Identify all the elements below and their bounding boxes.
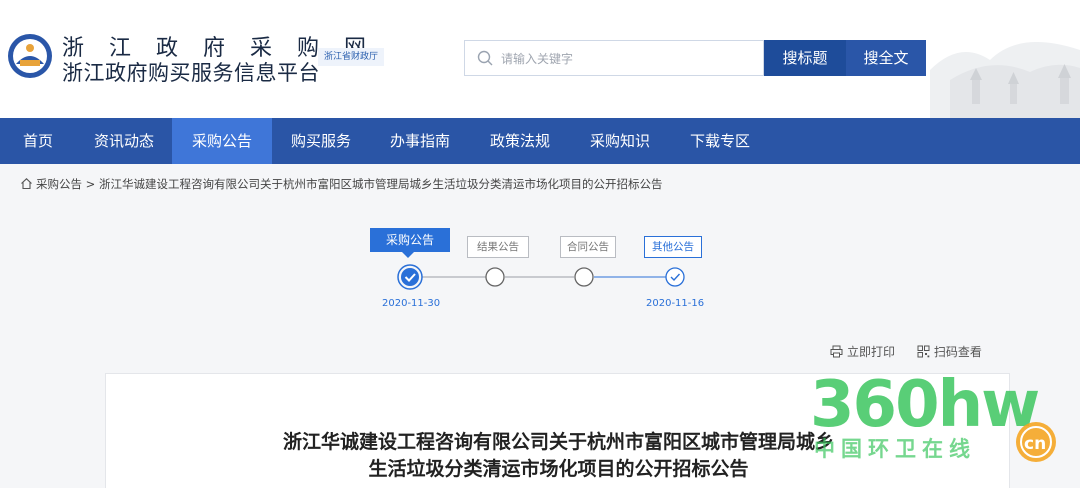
- breadcrumb-current: 浙江华诚建设工程咨询有限公司关于杭州市富阳区城市管理局城乡生活垃圾分类清运市场化…: [98, 177, 663, 191]
- step-date-last: 2020-11-16: [646, 298, 705, 309]
- nav-item-policy[interactable]: 政策法规: [470, 118, 570, 164]
- dept-tag: 浙江省财政厅: [318, 48, 385, 66]
- nav-item-procurement-notice[interactable]: 采购公告: [172, 118, 272, 164]
- search-icon: [477, 50, 493, 66]
- print-label: 立即打印: [847, 345, 896, 359]
- qr-label: 扫码查看: [933, 345, 982, 359]
- search-title-button[interactable]: 搜标题: [764, 40, 846, 76]
- step-done-icon: [397, 264, 423, 290]
- search-box: [464, 40, 764, 76]
- tab-result-notice[interactable]: 结果公告: [467, 236, 529, 258]
- notice-timeline: [397, 264, 685, 290]
- nav-item-news[interactable]: 资讯动态: [76, 118, 172, 164]
- search-input[interactable]: [501, 49, 751, 69]
- printer-icon: [830, 345, 843, 358]
- qr-view-button[interactable]: 扫码查看: [917, 343, 982, 360]
- step-pending-icon: [485, 267, 505, 287]
- print-button[interactable]: 立即打印: [830, 343, 895, 360]
- nav-item-downloads[interactable]: 下载专区: [670, 118, 770, 164]
- search-fulltext-button[interactable]: 搜全文: [846, 40, 926, 76]
- nav-item-home[interactable]: 首页: [0, 118, 76, 164]
- site-subtitle: 浙江政府购买服务信息平台: [62, 61, 320, 85]
- home-icon[interactable]: [20, 177, 33, 190]
- breadcrumb-separator: >: [85, 177, 96, 191]
- nav-item-guide[interactable]: 办事指南: [370, 118, 470, 164]
- step-date-first: 2020-11-30: [382, 298, 441, 309]
- watermark-badge: cn: [1024, 434, 1046, 454]
- nav-item-purchase-service[interactable]: 购买服务: [272, 118, 370, 164]
- site-header: 浙 江 政 府 采 购 网 浙江政府购买服务信息平台 浙江省财政厅 搜标题 搜全…: [0, 0, 1080, 118]
- step-check-icon: [665, 267, 685, 287]
- main-nav: 首页 资讯动态 采购公告 购买服务 办事指南 政策法规 采购知识 下载专区: [0, 118, 1080, 164]
- breadcrumb-root[interactable]: 采购公告: [36, 177, 82, 191]
- tab-contract-notice[interactable]: 合同公告: [560, 236, 616, 258]
- notice-tools: 立即打印 扫码查看: [830, 343, 1000, 360]
- tab-other-notice[interactable]: 其他公告: [644, 236, 702, 258]
- emblem-logo-icon: [8, 34, 52, 78]
- active-tab-pointer: [402, 252, 414, 258]
- tab-procurement-notice[interactable]: 采购公告: [370, 228, 450, 252]
- watermark-logo: 360hw 中国环卫在线 cn: [810, 368, 1056, 462]
- step-pending-icon: [574, 267, 594, 287]
- breadcrumb: 采购公告 > 浙江华诚建设工程咨询有限公司关于杭州市富阳区城市管理局城乡生活垃圾…: [20, 176, 662, 192]
- qr-code-icon: [917, 345, 930, 358]
- nav-item-knowledge[interactable]: 采购知识: [570, 118, 670, 164]
- watermark-tagline: 中国环卫在线: [814, 437, 976, 461]
- watermark-brand: 360hw: [810, 368, 1038, 442]
- landscape-decoration-icon: [930, 42, 1080, 118]
